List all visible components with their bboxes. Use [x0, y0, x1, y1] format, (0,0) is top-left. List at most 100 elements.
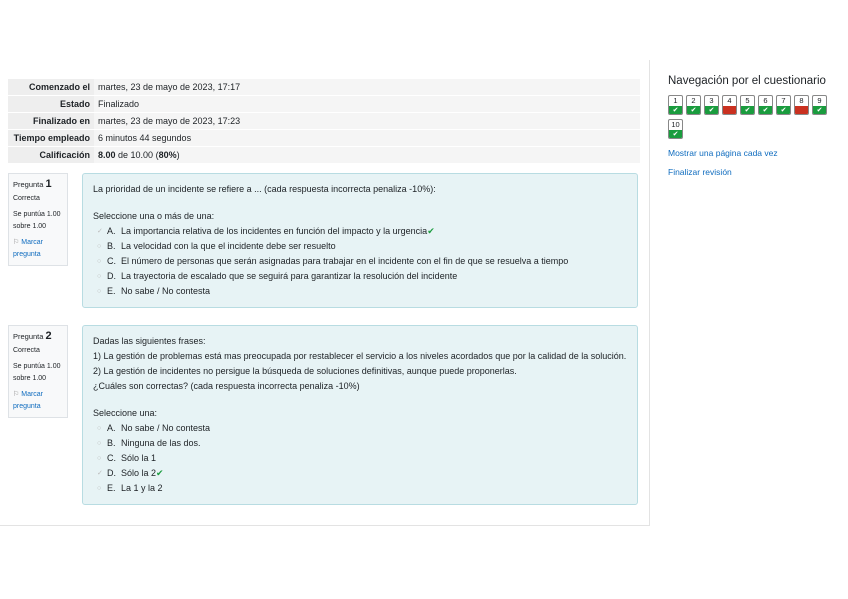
- answer-letter: D.: [107, 271, 116, 281]
- nav-question-button[interactable]: 3 ✔: [704, 95, 719, 115]
- question-info: Pregunta 1 Correcta Se puntúa 1.00 sobre…: [8, 173, 68, 266]
- show-one-page-link[interactable]: Mostrar una página cada vez: [668, 148, 843, 158]
- answer-text: La trayectoria de escalado que se seguir…: [121, 271, 458, 281]
- nav-question-button[interactable]: 5 ✔: [740, 95, 755, 115]
- nav-question-button[interactable]: 10 ✔: [668, 119, 683, 139]
- correct-status-icon: ✔: [777, 106, 790, 114]
- answer-option[interactable]: ○ C. El número de personas que serán asign…: [93, 254, 627, 269]
- question-text: 2) La gestión de incidentes no persigue …: [93, 366, 517, 376]
- summary-label: Estado: [8, 95, 94, 113]
- answer-letter: D.: [107, 468, 116, 478]
- finish-review-link[interactable]: Finalizar revisión: [668, 167, 843, 177]
- correct-check-icon: ✔: [156, 468, 164, 478]
- answer-letter: C.: [107, 453, 116, 463]
- answer-text: Sólo la 2: [121, 468, 157, 478]
- nav-question-number: 6: [763, 96, 768, 105]
- checkbox-icon[interactable]: ○: [97, 284, 107, 299]
- correct-status-icon: ✔: [741, 106, 754, 114]
- answer-option[interactable]: ○ E. No sabe / No contesta: [93, 284, 627, 299]
- answer-option[interactable]: ○ E. La 1 y la 2: [93, 481, 627, 496]
- attempt-summary: Comenzado el martes, 23 de mayo de 2023, …: [8, 78, 640, 163]
- question-text: ¿Cuáles son correctas? (cada respuesta i…: [93, 381, 360, 391]
- correct-status-icon: ✔: [669, 130, 682, 138]
- nav-question-button[interactable]: 6 ✔: [758, 95, 773, 115]
- checkbox-icon[interactable]: ○: [97, 269, 107, 284]
- answer-option[interactable]: ○ B. Ninguna de las dos.: [93, 436, 627, 451]
- question-state: Correcta: [13, 195, 40, 202]
- correct-status-icon: ✔: [759, 106, 772, 114]
- nav-question-number: 3: [709, 96, 714, 105]
- checkbox-icon[interactable]: ○: [97, 254, 107, 269]
- checkbox-icon[interactable]: ○: [97, 481, 107, 496]
- answer-option[interactable]: ✓ A. La importancia relativa de los incide…: [93, 224, 627, 239]
- answer-option[interactable]: ○ D. La trayectoria de escalado que se seg…: [93, 269, 627, 284]
- answer-text: Sólo la 1: [121, 453, 157, 463]
- answer-prompt: Seleccione una:: [93, 408, 158, 418]
- answer-letter: B.: [107, 241, 116, 251]
- nav-question-button[interactable]: 9 ✔: [812, 95, 827, 115]
- flag-icon: ⚐: [13, 391, 22, 398]
- nav-question-button[interactable]: 8: [794, 95, 809, 115]
- nav-grid: 1 ✔ 2 ✔ 3 ✔ 4 5 ✔ 6 ✔ 7 ✔ 8 9 ✔ 10 ✔: [668, 95, 843, 139]
- summary-value: 6 minutos 44 segundos: [94, 129, 640, 147]
- checkbox-icon[interactable]: ○: [97, 239, 107, 254]
- answer-text: Ninguna de las dos.: [121, 438, 201, 448]
- review-main: Comenzado el martes, 23 de mayo de 2023, …: [0, 60, 650, 526]
- summary-row: Comenzado el martes, 23 de mayo de 2023, …: [8, 78, 640, 96]
- checkbox-icon[interactable]: ○: [97, 451, 107, 466]
- answer-letter: E.: [107, 483, 116, 493]
- answer-letter: B.: [107, 438, 116, 448]
- checked-checkbox-icon[interactable]: ✓: [97, 224, 107, 239]
- question-text: Dadas las siguientes frases:: [93, 336, 206, 346]
- grade-percent: 80%: [158, 150, 177, 160]
- summary-row: Tiempo empleado 6 minutos 44 segundos: [8, 129, 640, 147]
- grade-close: ): [176, 150, 180, 160]
- nav-question-button[interactable]: 4: [722, 95, 737, 115]
- answer-option[interactable]: ✓ D. Sólo la 2 ✔: [93, 466, 627, 481]
- grade-score: 8.00: [98, 150, 116, 160]
- checked-checkbox-icon[interactable]: ✓: [97, 466, 107, 481]
- answer-letter: A.: [107, 423, 116, 433]
- question-points: Se puntúa 1.00 sobre 1.00: [13, 211, 61, 230]
- answer-letter: A.: [107, 226, 116, 236]
- nav-question-button[interactable]: 2 ✔: [686, 95, 701, 115]
- summary-value: martes, 23 de mayo de 2023, 17:23: [94, 112, 640, 130]
- nav-question-number: 2: [691, 96, 696, 105]
- question-label: Pregunta: [13, 180, 44, 189]
- answer-option[interactable]: ○ B. La velocidad con la que el incidente …: [93, 239, 627, 254]
- flag-icon: ⚐: [13, 239, 22, 246]
- nav-question-number: 9: [817, 96, 822, 105]
- answer-prompt: Seleccione una o más de una:: [93, 211, 215, 221]
- summary-label: Calificación: [8, 146, 94, 163]
- answer-letter: E.: [107, 286, 116, 296]
- answer-text: El número de personas que serán asignada…: [121, 256, 569, 266]
- summary-label: Tiempo empleado: [8, 129, 94, 147]
- answer-text: No sabe / No contesta: [121, 286, 211, 296]
- grade-total: de 10.00 (: [115, 150, 159, 160]
- summary-row: Finalizado en martes, 23 de mayo de 2023,…: [8, 112, 640, 130]
- nav-question-number: 7: [781, 96, 786, 105]
- correct-status-icon: ✔: [687, 106, 700, 114]
- question-content: Dadas las siguientes frases: 1) La gestió…: [82, 325, 638, 505]
- nav-title: Navegación por el cuestionario: [668, 75, 826, 87]
- nav-question-number: 8: [799, 96, 804, 105]
- summary-row: Calificación 8.00 de 10.00 (80%): [8, 146, 640, 163]
- quiz-navigation: Navegación por el cuestionario 1 ✔ 2 ✔ 3 ✔ 4 5 ✔…: [668, 75, 843, 177]
- checkbox-icon[interactable]: ○: [97, 421, 107, 436]
- summary-value: martes, 23 de mayo de 2023, 17:17: [94, 78, 640, 96]
- answer-letter: C.: [107, 256, 116, 266]
- correct-status-icon: ✔: [669, 106, 682, 114]
- question-info: Pregunta 2 Correcta Se puntúa 1.00 sobre…: [8, 325, 68, 418]
- question-state: Correcta: [13, 347, 40, 354]
- question-points: Se puntúa 1.00 sobre 1.00: [13, 363, 61, 382]
- checkbox-icon[interactable]: ○: [97, 436, 107, 451]
- answer-option[interactable]: ○ A. No sabe / No contesta: [93, 421, 627, 436]
- correct-check-icon: ✔: [427, 226, 435, 236]
- answer-text: No sabe / No contesta: [121, 423, 211, 433]
- nav-question-button[interactable]: 1 ✔: [668, 95, 683, 115]
- nav-question-number: 5: [745, 96, 750, 105]
- answer-option[interactable]: ○ C. Sólo la 1: [93, 451, 627, 466]
- nav-question-button[interactable]: 7 ✔: [776, 95, 791, 115]
- incorrect-status: [723, 106, 736, 114]
- question-text: 1) La gestión de problemas está mas preo…: [93, 351, 627, 361]
